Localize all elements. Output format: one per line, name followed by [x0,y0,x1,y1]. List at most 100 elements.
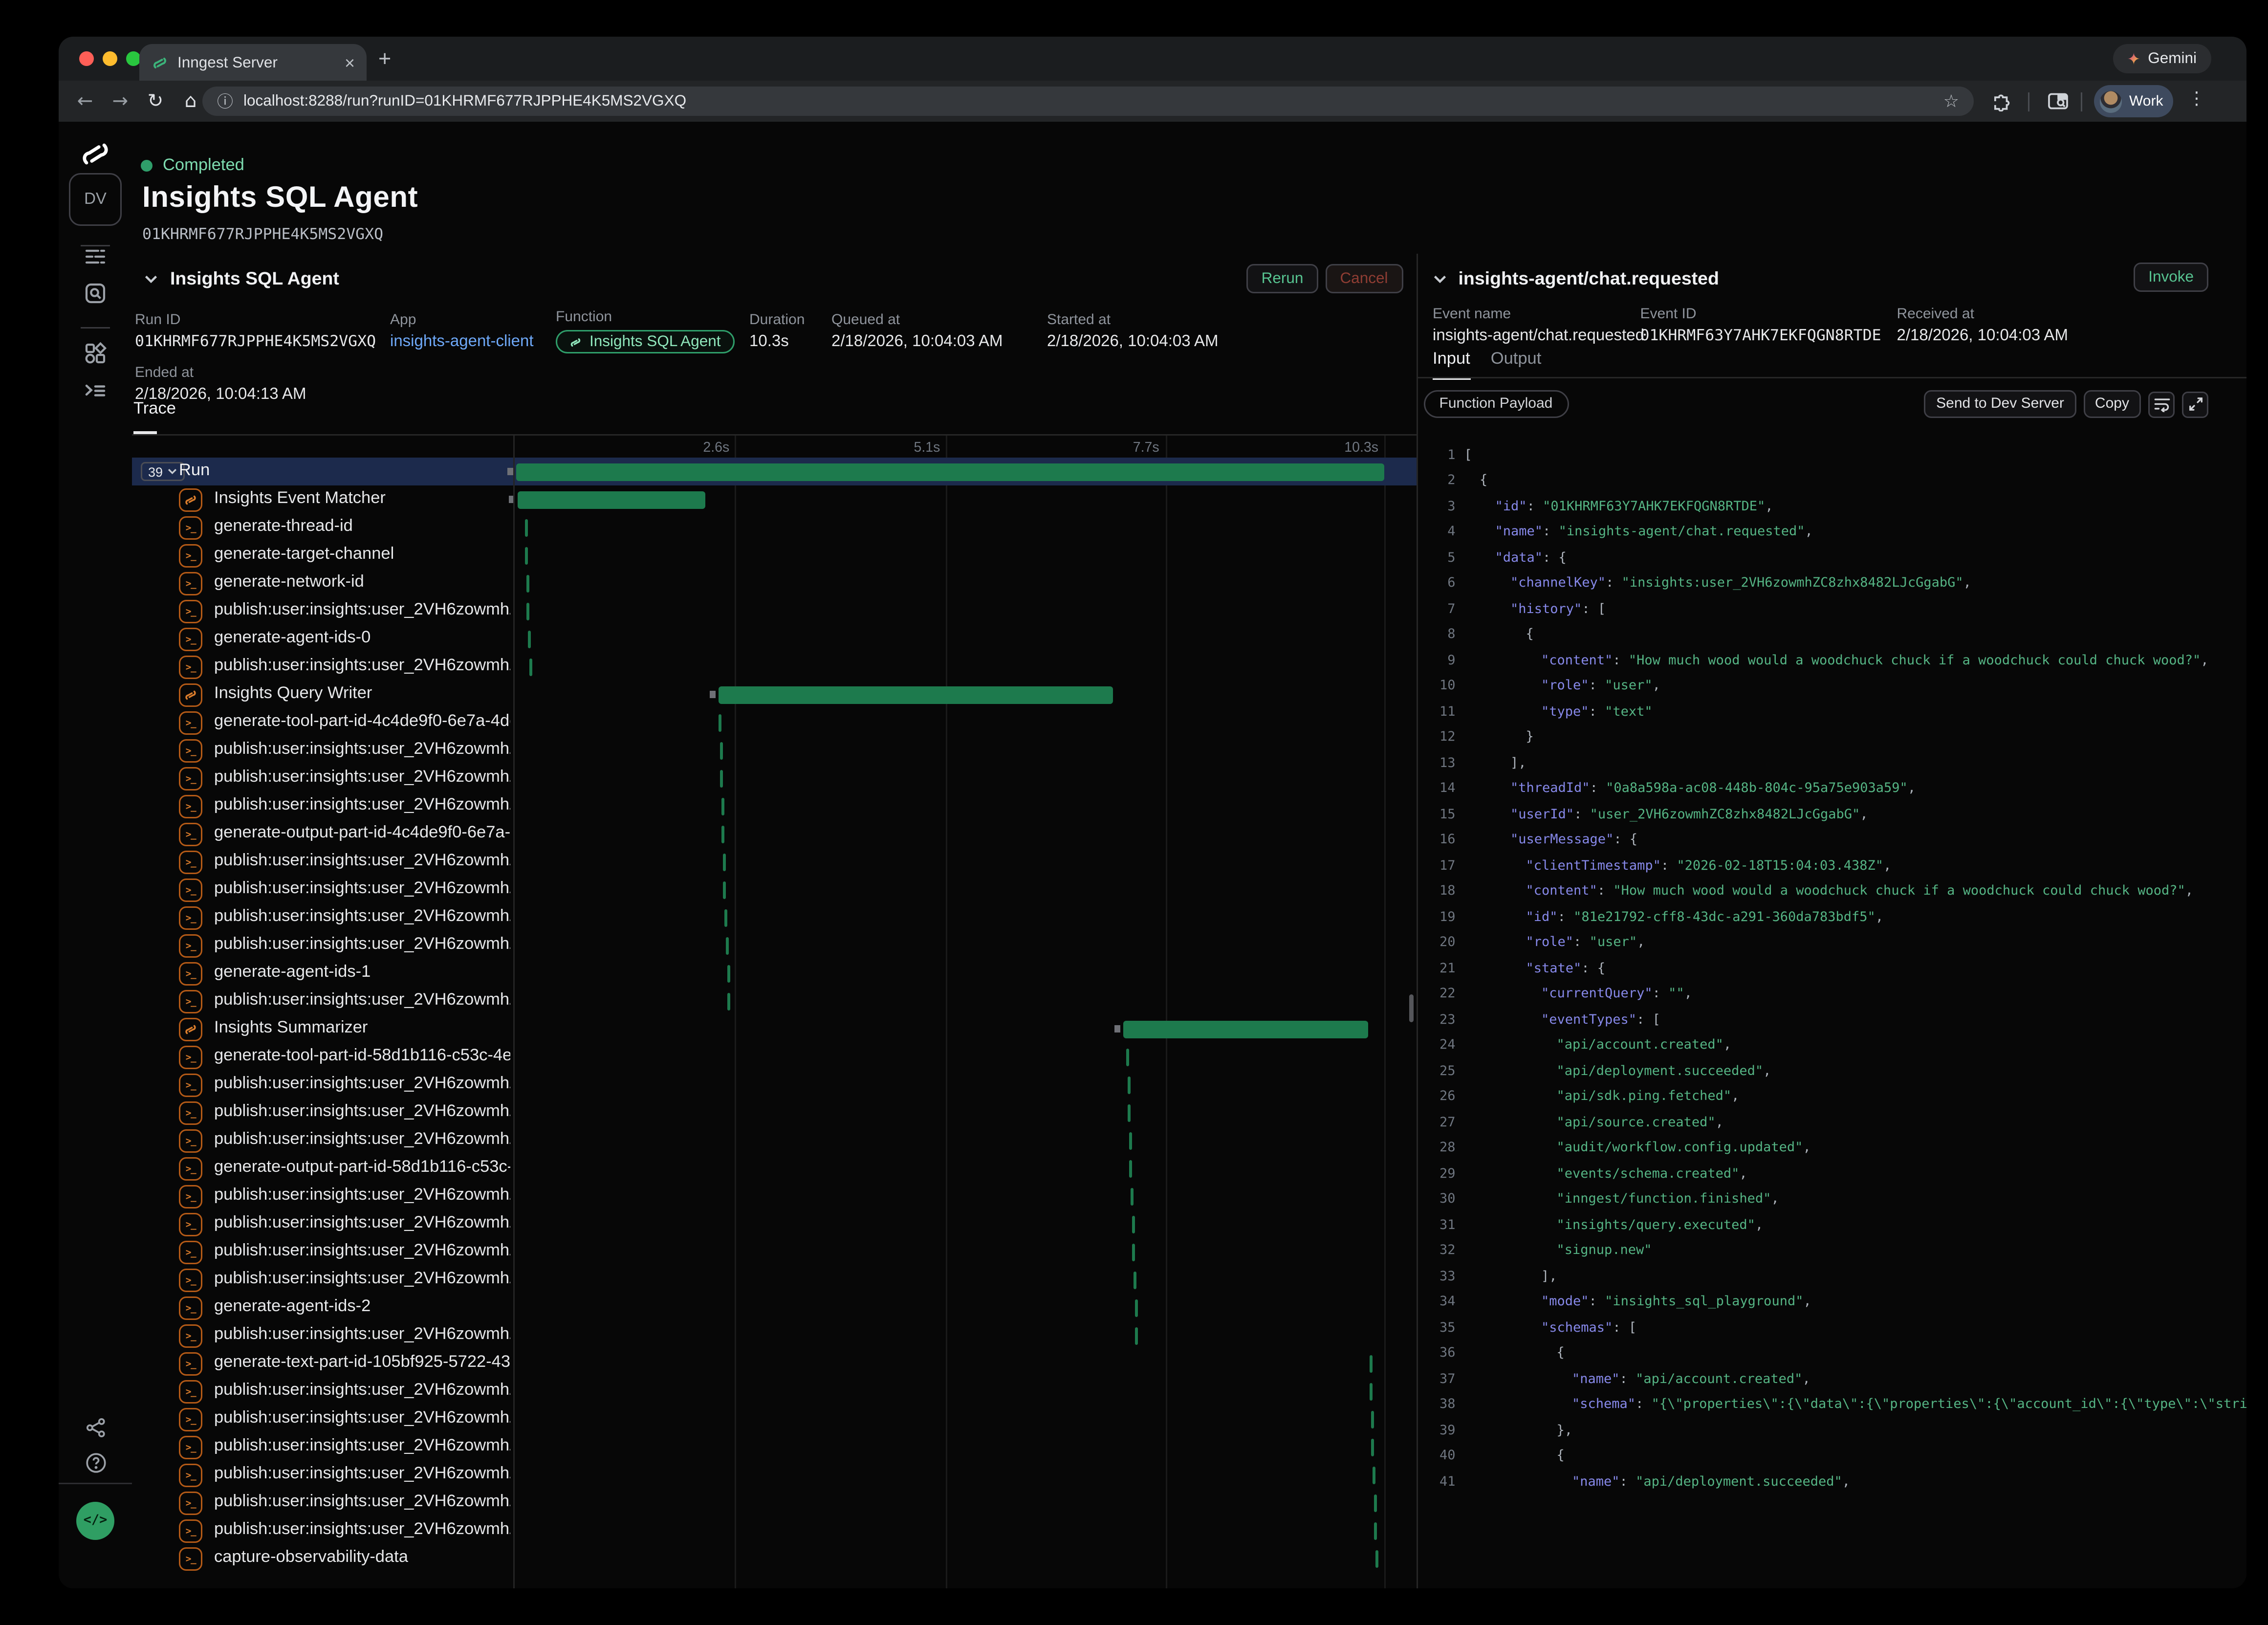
trace-scrollbar[interactable] [1409,994,1414,1022]
address-bar[interactable]: ⓘ localhost:8288/run?runID=01KHRMF677RJP… [202,87,1974,116]
trace-step-row[interactable]: >_ publish:user:insights:user_2VH6zowmhZ… [132,1489,1416,1516]
field-label: Event name [1433,307,1644,323]
trace-step-row[interactable]: >_ publish:user:insights:user_2VH6zowmhZ… [132,1405,1416,1433]
trace-step-row[interactable]: >_ publish:user:insights:user_2VH6zowmhZ… [132,1266,1416,1294]
trace-mark [1370,1383,1373,1400]
tab-close-icon[interactable]: × [345,54,355,71]
workspace-badge[interactable]: DV [69,173,122,226]
forward-icon[interactable]: → [103,90,138,112]
trace-run-row[interactable]: 39 Run [132,458,1416,485]
run-row-queue [507,468,513,475]
trace-mark [722,825,725,843]
trace-step-row[interactable]: >_ publish:user:insights:user_2VH6zowmhZ… [132,1516,1416,1544]
trace-step-row[interactable]: >_ publish:user:insights:user_2VH6zowmhZ… [132,1321,1416,1349]
trace-step-label: generate-tool-part-id-4c4de9f0-6e7a-4de6… [214,713,510,730]
trace-step-row[interactable]: >_ publish:user:insights:user_2VH6zowmhZ… [132,931,1416,959]
site-info-icon[interactable]: ⓘ [217,89,233,113]
browser-tab-strip: Inngest Server × + ✦ Gemini [59,37,2246,81]
extensions-icon[interactable] [1991,91,2012,119]
line-number: 20 [1418,936,1456,951]
rerun-button[interactable]: Rerun [1247,264,1318,293]
trace-step-row[interactable]: >_ publish:user:insights:user_2VH6zowmhZ… [132,653,1416,681]
help-icon[interactable] [59,1452,132,1474]
field-label: Received at [1897,307,2068,323]
trace-step-row[interactable]: >_ generate-agent-ids-0 [132,625,1416,653]
trace-step-row[interactable]: >_ publish:user:insights:user_2VH6zowmhZ… [132,1182,1416,1210]
trace-step-row[interactable]: Insights Summarizer [132,1015,1416,1043]
console-nav-icon[interactable] [59,378,132,402]
trace-step-row[interactable]: >_ generate-output-part-id-58d1b116-c53c… [132,1154,1416,1182]
side-search-icon[interactable] [2047,91,2069,119]
app-link[interactable]: insights-agent-client [390,333,534,351]
agent-icon [179,1017,202,1041]
trace-step-row[interactable]: >_ capture-observability-data [132,1544,1416,1572]
expand-icon[interactable] [2182,391,2208,417]
trace-step-row[interactable]: >_ publish:user:insights:user_2VH6zowmhZ… [132,764,1416,792]
trace-step-row[interactable]: >_ publish:user:insights:user_2VH6zowmhZ… [132,1210,1416,1238]
trace-step-row[interactable]: >_ publish:user:insights:user_2VH6zowmhZ… [132,1377,1416,1405]
window-zoom-button[interactable] [126,51,141,66]
function-badge[interactable]: Insights SQL Agent [556,330,734,353]
tab-input[interactable]: Input [1433,351,1470,380]
trace-step-row[interactable]: >_ publish:user:insights:user_2VH6zowmhZ… [132,792,1416,820]
trace-step-row[interactable]: >_ generate-agent-ids-1 [132,959,1416,987]
trace-step-row[interactable]: >_ generate-network-id [132,569,1416,597]
code-line: 30 "inngest/function.finished", [1418,1187,2247,1213]
trace-step-row[interactable]: >_ generate-text-part-id-105bf925-5722-4… [132,1349,1416,1377]
run-panel: Insights SQL Agent Rerun Cancel Run ID 0… [132,254,1416,1588]
bookmark-star-icon[interactable]: ☆ [1943,91,1959,111]
trace-step-row[interactable]: Insights Event Matcher [132,485,1416,513]
tab-trace[interactable]: Trace [133,400,176,418]
profile-chip[interactable]: Work [2094,85,2173,117]
trace-step-row[interactable]: >_ publish:user:insights:user_2VH6zowmhZ… [132,903,1416,931]
trace-step-row[interactable]: >_ generate-output-part-id-4c4de9f0-6e7a… [132,820,1416,848]
trace-step-row[interactable]: >_ generate-target-channel [132,541,1416,569]
send-to-dev-server-button[interactable]: Send to Dev Server [1924,390,2076,418]
back-icon[interactable]: ← [67,90,103,112]
window-close-button[interactable] [79,51,94,66]
trace-step-row[interactable]: >_ publish:user:insights:user_2VH6zowmhZ… [132,1098,1416,1126]
trace-step-row[interactable]: >_ generate-thread-id [132,513,1416,541]
trace-step-row[interactable]: >_ publish:user:insights:user_2VH6zowmhZ… [132,1126,1416,1154]
trace-step-row[interactable]: >_ publish:user:insights:user_2VH6zowmhZ… [132,597,1416,625]
share-icon[interactable] [59,1417,132,1439]
inngest-logo [59,136,132,172]
browser-menu-icon[interactable]: ⋮ [2188,88,2205,109]
trace-step-row[interactable]: >_ publish:user:insights:user_2VH6zowmhZ… [132,1238,1416,1266]
trace-step-row[interactable]: >_ generate-agent-ids-2 [132,1294,1416,1321]
terminal-icon: >_ [179,627,202,651]
line-number: 18 [1418,885,1456,900]
trace-step-row[interactable]: >_ publish:user:insights:user_2VH6zowmhZ… [132,876,1416,903]
apps-nav-icon[interactable] [59,342,132,365]
trace-step-row[interactable]: >_ publish:user:insights:user_2VH6zowmhZ… [132,736,1416,764]
invoke-button[interactable]: Invoke [2134,263,2208,292]
reload-icon[interactable]: ↻ [138,90,173,112]
chevron-down-icon[interactable] [1432,265,1447,292]
trace-step-row[interactable]: >_ publish:user:insights:user_2VH6zowmhZ… [132,848,1416,876]
word-wrap-icon[interactable] [2148,391,2175,417]
cancel-button[interactable]: Cancel [1325,264,1402,293]
tab-output[interactable]: Output [1491,351,1542,380]
trace-step-row[interactable]: Insights Query Writer [132,681,1416,708]
run-row-label: Run [179,462,210,480]
step-count-chip[interactable]: 39 [141,462,185,481]
copy-button[interactable]: Copy [2083,390,2141,418]
gemini-badge[interactable]: ✦ Gemini [2113,44,2211,73]
new-tab-button[interactable]: + [378,47,391,72]
browser-tab[interactable]: Inngest Server × [139,44,367,81]
events-search-nav-icon[interactable] [59,282,132,305]
line-number: 22 [1418,988,1456,1002]
runs-nav-icon[interactable] [59,245,132,268]
trace-step-row[interactable]: >_ generate-tool-part-id-4c4de9f0-6e7a-4… [132,708,1416,736]
received-at-value: 2/18/2026, 10:04:03 AM [1897,327,2068,345]
trace-step-row[interactable]: >_ publish:user:insights:user_2VH6zowmhZ… [132,1071,1416,1098]
trace-step-row[interactable]: >_ generate-tool-part-id-58d1b116-c53c-4… [132,1043,1416,1071]
trace-step-row[interactable]: >_ publish:user:insights:user_2VH6zowmhZ… [132,987,1416,1015]
dev-code-button[interactable]: </> [76,1502,114,1540]
window-minimize-button[interactable] [103,51,117,66]
function-payload-pill[interactable]: Function Payload [1423,390,1569,418]
trace-mark [1132,1243,1135,1261]
trace-step-row[interactable]: >_ publish:user:insights:user_2VH6zowmhZ… [132,1461,1416,1489]
trace-step-row[interactable]: >_ publish:user:insights:user_2VH6zowmhZ… [132,1433,1416,1461]
chevron-down-icon[interactable] [144,265,158,292]
